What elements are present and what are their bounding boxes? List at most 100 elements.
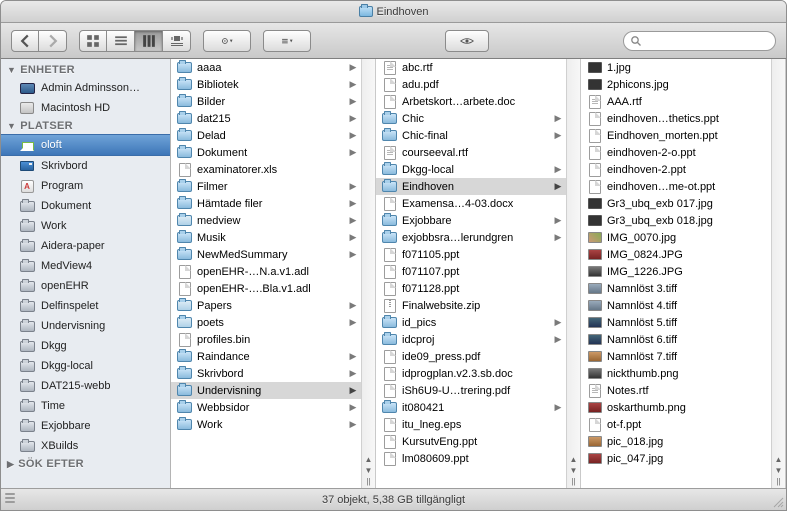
sidebar-item[interactable]: Aidera-paper	[1, 236, 170, 256]
list-item[interactable]: Chic-final▶	[376, 127, 566, 144]
list-item[interactable]: profiles.bin	[171, 331, 361, 348]
sidebar-item[interactable]: Work	[1, 216, 170, 236]
column-resize-icon[interactable]: ||	[364, 476, 374, 486]
titlebar[interactable]: Eindhoven	[1, 1, 786, 23]
column-resize-icon[interactable]: ||	[774, 476, 784, 486]
list-item[interactable]: Musik▶	[171, 229, 361, 246]
list-item[interactable]: Namnlöst 4.tiff	[581, 297, 771, 314]
list-item[interactable]: examinatorer.xls	[171, 161, 361, 178]
list-item[interactable]: lm080609.ppt	[376, 450, 566, 467]
list-item[interactable]: exjobbsra…lerundgren▶	[376, 229, 566, 246]
list-item[interactable]: Dokument▶	[171, 144, 361, 161]
list-item[interactable]: it080421▶	[376, 399, 566, 416]
list-item[interactable]: Skrivbord▶	[171, 365, 361, 382]
sidebar-item[interactable]: Dkgg	[1, 336, 170, 356]
list-item[interactable]: pic_047.jpg	[581, 450, 771, 467]
sidebar-item[interactable]: Macintosh HD	[1, 98, 170, 118]
list-item[interactable]: 1.jpg	[581, 59, 771, 76]
sidebar-item[interactable]: DAT215-webb	[1, 376, 170, 396]
list-item[interactable]: eindhoven-2.ppt	[581, 161, 771, 178]
list-item[interactable]: medview▶	[171, 212, 361, 229]
sidebar-item[interactable]: Time	[1, 396, 170, 416]
list-item[interactable]: IMG_0070.jpg	[581, 229, 771, 246]
list-item[interactable]: Gr3_ubq_exb 017.jpg	[581, 195, 771, 212]
list-item[interactable]: ot-f.ppt	[581, 416, 771, 433]
sidebar-section-header[interactable]: ▼ENHETER	[1, 62, 170, 78]
list-item[interactable]: idcproj▶	[376, 331, 566, 348]
sidebar-section-header[interactable]: ▼PLATSER	[1, 118, 170, 134]
list-item[interactable]: Namnlöst 5.tiff	[581, 314, 771, 331]
list-item[interactable]: eindhoven…thetics.ppt	[581, 110, 771, 127]
sidebar-item[interactable]: Undervisning	[1, 316, 170, 336]
list-item[interactable]: Eindhoven▶	[376, 178, 566, 195]
sidebar-item[interactable]: Program	[1, 176, 170, 196]
list-item[interactable]: Namnlöst 3.tiff	[581, 280, 771, 297]
scrollbar[interactable]: ▲▼||	[566, 59, 580, 488]
list-item[interactable]: Namnlöst 6.tiff	[581, 331, 771, 348]
sidebar-item[interactable]: openEHR	[1, 276, 170, 296]
list-item[interactable]: NewMedSummary▶	[171, 246, 361, 263]
list-item[interactable]: poets▶	[171, 314, 361, 331]
scroll-up-icon[interactable]: ▲	[364, 454, 374, 464]
list-item[interactable]: Chic▶	[376, 110, 566, 127]
list-item[interactable]: ide09_press.pdf	[376, 348, 566, 365]
list-item[interactable]: abc.rtf	[376, 59, 566, 76]
list-item[interactable]: Hämtade filer▶	[171, 195, 361, 212]
sidebar-item[interactable]: Exjobbare	[1, 416, 170, 436]
list-item[interactable]: idprogplan.v2.3.sb.doc	[376, 365, 566, 382]
list-item[interactable]: eindhoven…me-ot.ppt	[581, 178, 771, 195]
disclosure-triangle-icon[interactable]: ▶	[7, 459, 14, 470]
list-item[interactable]: f071107.ppt	[376, 263, 566, 280]
list-item[interactable]: KursutvEng.ppt	[376, 433, 566, 450]
list-item[interactable]: itu_lneg.eps	[376, 416, 566, 433]
list-item[interactable]: dat215▶	[171, 110, 361, 127]
scroll-down-icon[interactable]: ▼	[364, 465, 374, 475]
coverflow-view-button[interactable]	[163, 30, 191, 52]
quicklook-button[interactable]	[445, 30, 489, 52]
scroll-down-icon[interactable]: ▼	[774, 465, 784, 475]
list-item[interactable]: Webbsidor▶	[171, 399, 361, 416]
sidebar-item[interactable]: oloft	[1, 134, 170, 156]
back-button[interactable]	[11, 30, 39, 52]
list-item[interactable]: courseeval.rtf	[376, 144, 566, 161]
icon-view-button[interactable]	[79, 30, 107, 52]
sidebar-section-header[interactable]: ▶SÖK EFTER	[1, 456, 170, 472]
list-item[interactable]: Examensa…4-03.docx	[376, 195, 566, 212]
list-item[interactable]: aaaa▶	[171, 59, 361, 76]
sidebar-item[interactable]: Dokument	[1, 196, 170, 216]
list-item[interactable]: Finalwebsite.zip	[376, 297, 566, 314]
sidebar-item[interactable]: Admin Adminsson…	[1, 78, 170, 98]
list-item[interactable]: Delad▶	[171, 127, 361, 144]
column-view-button[interactable]	[135, 30, 163, 52]
sidebar-item[interactable]: MedView4	[1, 256, 170, 276]
list-item[interactable]: f071128.ppt	[376, 280, 566, 297]
column-list[interactable]: abc.rtfadu.pdfArbetskort…arbete.docChic▶…	[376, 59, 566, 488]
list-item[interactable]: Bibliotek▶	[171, 76, 361, 93]
forward-button[interactable]	[39, 30, 67, 52]
column-list[interactable]: 1.jpg2phicons.jpgAAA.rtfeindhoven…thetic…	[581, 59, 771, 488]
scrollbar[interactable]: ▲▼||	[361, 59, 375, 488]
list-item[interactable]: Papers▶	[171, 297, 361, 314]
list-item[interactable]: 2phicons.jpg	[581, 76, 771, 93]
search-input[interactable]	[646, 35, 769, 47]
disclosure-triangle-icon[interactable]: ▼	[7, 65, 16, 75]
list-item[interactable]: Work▶	[171, 416, 361, 433]
list-item[interactable]: oskarthumb.png	[581, 399, 771, 416]
list-item[interactable]: eindhoven-2-o.ppt	[581, 144, 771, 161]
sidebar-item[interactable]: XBuilds	[1, 436, 170, 456]
resize-grip-icon[interactable]	[772, 496, 784, 508]
sidebar-item[interactable]: Delfinspelet	[1, 296, 170, 316]
scroll-up-icon[interactable]: ▲	[569, 454, 579, 464]
list-item[interactable]: AAA.rtf	[581, 93, 771, 110]
list-item[interactable]: IMG_0824.JPG	[581, 246, 771, 263]
list-item[interactable]: Eindhoven_morten.ppt	[581, 127, 771, 144]
list-item[interactable]: Gr3_ubq_exb 018.jpg	[581, 212, 771, 229]
sidebar-item[interactable]: Skrivbord	[1, 156, 170, 176]
scrollbar[interactable]: ▲▼||	[771, 59, 785, 488]
list-item[interactable]: Namnlöst 7.tiff	[581, 348, 771, 365]
list-view-button[interactable]	[107, 30, 135, 52]
list-item[interactable]: nickthumb.png	[581, 365, 771, 382]
sidebar-item[interactable]: Dkgg-local	[1, 356, 170, 376]
list-item[interactable]: adu.pdf	[376, 76, 566, 93]
scroll-up-icon[interactable]: ▲	[774, 454, 784, 464]
